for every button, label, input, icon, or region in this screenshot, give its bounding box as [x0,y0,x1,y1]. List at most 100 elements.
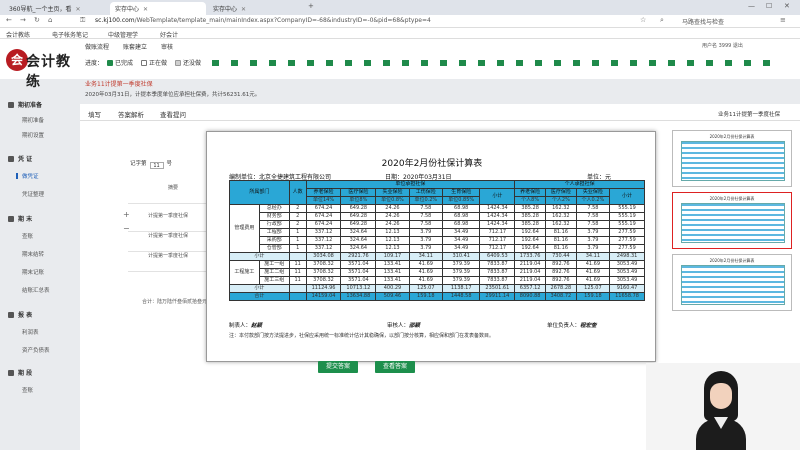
sidebar-group[interactable]: 期 段 [8,368,32,377]
lock-icon: ⚿ [80,16,86,24]
cell-value: 385.28 [514,220,546,229]
bookmark-item[interactable]: 好会计 [160,30,178,39]
minimize-icon[interactable]: — [748,2,755,10]
tab-analysis[interactable]: 答案解析 [118,109,144,119]
voucher-no-input[interactable]: 11 [149,162,164,169]
maximize-icon[interactable]: ☐ [766,2,772,10]
attachment-thumbnail-selected[interactable]: 2020年2月份社保计算表 [672,192,792,249]
forward-icon[interactable]: → [20,16,26,24]
star-icon[interactable]: ☆ [640,16,646,24]
sidebar-item[interactable]: 凭证整理 [22,190,44,198]
webcam-overlay [646,363,800,450]
cell-value: 649.28 [340,212,377,221]
sidebar-group[interactable]: 期 末 [8,214,32,223]
close-icon[interactable]: ✕ [241,6,246,13]
bookmark-item[interactable]: 中级管理学 [108,30,138,39]
cell-value: 3.79 [408,236,443,245]
sidebar-item-active[interactable]: 做凭证 [16,172,39,180]
browser-tab[interactable]: 实存中心 ✕ [208,2,304,15]
thumb-preview [681,141,785,181]
doing-swatch [141,60,147,66]
cell-value: 3571.04 [340,268,377,277]
cell-value: 41.69 [575,260,611,269]
progress-segment [478,60,485,66]
sidebar-group[interactable]: 报 表 [8,310,32,319]
table-row: 施工二组 11 3708.32 3571.04 133.41 41.69 379.39 783… [230,268,645,277]
add-row-icon[interactable]: + [123,210,130,219]
back-icon[interactable]: ← [6,16,12,24]
tab-bookkeeping[interactable]: 做账流程 [85,42,109,51]
search-box[interactable]: 马路查找与检查 [682,17,724,26]
attachment-thumbnail[interactable]: 2020年2月份社保计算表 [672,130,792,187]
rate-header: 单位0.8% [375,196,410,205]
cell-value: 1 [288,228,307,237]
cell-value: 81.16 [545,236,577,245]
cell-value: 7.58 [408,220,443,229]
cell-value: 34.11 [408,252,443,261]
remove-row-icon[interactable]: − [123,224,130,233]
home-icon[interactable]: ⌂ [48,16,52,24]
header-people: 人数 [288,180,307,205]
bookmark-item[interactable]: 电子帐务笔记 [52,30,88,39]
sidebar-item[interactable]: 资产负债表 [22,346,50,354]
address-bar: ← → ↻ ⌂ ⚿ sc.kj100.com/WebTemplate/templ… [0,15,800,28]
sidebar-item[interactable]: 期末结转 [22,250,44,258]
calendar-icon [8,216,14,222]
view-answer-button[interactable]: 查看答案 [375,361,415,373]
new-tab-icon[interactable]: + [308,2,314,10]
cell-value: 68.98 [441,204,481,213]
window-close-icon[interactable]: ✕ [784,2,790,10]
cell-value: 337.12 [305,236,342,245]
progress-segment [573,60,580,66]
cell-value: 7.58 [408,204,443,213]
cell-value: 41.69 [408,268,443,277]
sidebar-group[interactable]: 期初准备 [8,100,42,109]
cell-value: 379.39 [441,260,481,269]
approver-line: 审核人：邵颖 [387,321,420,329]
sidebar-item[interactable]: 期末记账 [22,268,44,276]
menu-icon[interactable]: ≡ [780,16,786,24]
tab-questions[interactable]: 查看提问 [160,109,186,119]
sidebar-item[interactable]: 利润表 [22,328,39,336]
group-label: 期 末 [18,216,33,223]
bookmark-item[interactable]: 会计教练 [6,30,30,39]
sidebar-item[interactable]: 期初设置 [22,131,44,139]
thumb-preview [681,265,785,305]
cell-value: 12.13 [375,244,410,253]
row-label: 工程部 [258,228,290,237]
sidebar-group[interactable]: 凭 证 [8,154,32,163]
cell-value: 277.59 [609,244,645,253]
progress-segment [402,60,409,66]
app-header: 会 会计教练 做账流程 账套建立 审核 用户名 3999 退出 进度： 已完成 … [0,39,800,90]
sheet-title: 2020年2月份社保计算表 [381,159,483,169]
sidebar-item[interactable]: 查账 [22,232,33,240]
table-row: 施工三组 11 3708.32 3571.04 133.41 41.69 379.39 783… [230,276,645,285]
search-icon[interactable]: ⌕ [660,16,664,25]
status-text: 已完成 [115,60,134,67]
tab-fill[interactable]: 填写 [88,109,101,119]
browser-tab-active[interactable]: 实存中心 ✕ [110,2,206,15]
close-icon[interactable]: ✕ [75,6,80,13]
progress-segment [364,60,371,66]
sidebar-item[interactable]: 查账 [22,386,33,394]
close-icon[interactable]: ✕ [143,6,148,13]
reload-icon[interactable]: ↻ [34,16,40,24]
sidebar-item[interactable]: 期初准备 [22,116,44,124]
col-header: 工伤保险 [408,188,443,197]
cell-value: 1 [288,244,307,253]
attachment-viewer: 2020年2月份社保计算表 编制单位：北京全捷建筑工程有限公司 日期：2020年… [206,131,656,362]
submit-answer-button[interactable]: 提交答案 [318,361,358,373]
business-select[interactable]: 业务11计提第一季度社保 [718,110,780,118]
url-field[interactable]: sc.kj100.com/WebTemplate/template_main/m… [95,17,431,24]
tab-setup[interactable]: 账套建立 [123,42,147,51]
cell-value: 24.26 [375,220,410,229]
progress-segment [307,60,314,66]
sidebar-item[interactable]: 结账汇总表 [22,286,50,294]
progress-segment [326,60,333,66]
cell-value: 3.79 [408,228,443,237]
tab-audit[interactable]: 审核 [161,42,173,51]
user-info[interactable]: 用户名 3999 退出 [702,42,743,49]
attachment-thumbnail[interactable]: 2020年2月份社保计算表 [672,254,792,311]
browser-tab[interactable]: 360导航_一个主页，看 ✕ [4,2,108,15]
cell-value: 1733.76 [514,252,546,261]
